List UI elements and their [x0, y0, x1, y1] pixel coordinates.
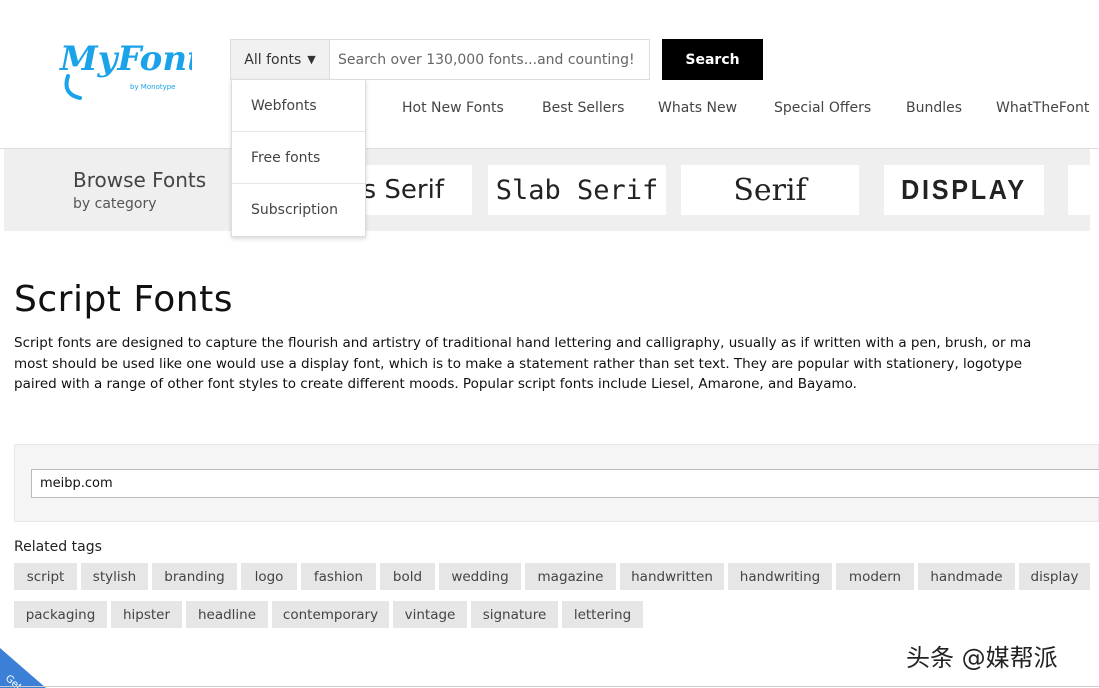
search-button[interactable]: Search — [662, 39, 763, 80]
tag-headline[interactable]: headline — [186, 601, 268, 628]
category-serif[interactable]: Serif — [681, 165, 859, 215]
page-title: Script Fonts — [14, 279, 233, 320]
nav-best-sellers[interactable]: Best Sellers — [542, 100, 624, 116]
nav-special-offers[interactable]: Special Offers — [774, 100, 871, 116]
page-bottom-divider — [0, 686, 1099, 687]
tag-handwritten[interactable]: handwritten — [620, 563, 724, 590]
tag-bold[interactable]: bold — [380, 563, 435, 590]
search-bar: All fonts ▼ — [230, 39, 650, 80]
browse-subtitle: by category — [73, 196, 157, 212]
nav-whats-new[interactable]: Whats New — [658, 100, 737, 116]
nav-bundles[interactable]: Bundles — [906, 100, 962, 116]
intro-line: Script fonts are designed to capture the… — [14, 335, 1032, 351]
search-scope-menu: Webfonts Free fonts Subscription — [231, 79, 366, 237]
category-next[interactable] — [1068, 165, 1090, 215]
chevron-down-icon: ▼ — [307, 53, 316, 66]
intro-line: paired with a range of other font styles… — [14, 376, 857, 392]
tag-hipster[interactable]: hipster — [111, 601, 182, 628]
tag-handwriting[interactable]: handwriting — [728, 563, 832, 590]
scope-subscription[interactable]: Subscription — [232, 184, 365, 236]
tag-contemporary[interactable]: contemporary — [272, 601, 389, 628]
myfonts-logo[interactable]: MyFonts by Monotype — [58, 36, 192, 100]
category-intro: Script fonts are designed to capture the… — [14, 333, 1099, 395]
tag-script[interactable]: script — [14, 563, 77, 590]
preview-text-box — [14, 444, 1099, 522]
scope-webfonts[interactable]: Webfonts — [232, 80, 365, 132]
search-scope-dropdown[interactable]: All fonts ▼ — [230, 39, 329, 80]
category-slab-serif[interactable]: Slab Serif — [488, 165, 666, 215]
tag-vintage[interactable]: vintage — [393, 601, 467, 628]
nav-whatthefont[interactable]: WhatTheFont — [996, 100, 1089, 116]
tag-wedding[interactable]: wedding — [439, 563, 521, 590]
logo-byline: by Monotype — [130, 83, 176, 91]
tag-display[interactable]: display — [1019, 563, 1090, 590]
watermark-text: 头条 @媒帮派 — [906, 644, 1058, 672]
tag-magazine[interactable]: magazine — [525, 563, 616, 590]
tag-lettering[interactable]: lettering — [562, 601, 643, 628]
browse-title: Browse Fonts — [73, 168, 207, 192]
corner-get-tab[interactable]: Get — [0, 648, 46, 688]
search-input[interactable] — [329, 39, 650, 80]
tag-packaging[interactable]: packaging — [14, 601, 107, 628]
intro-line: most should be used like one would use a… — [14, 355, 1023, 372]
tag-fashion[interactable]: fashion — [301, 563, 376, 590]
scope-free-fonts[interactable]: Free fonts — [232, 132, 365, 184]
myfonts-logo-mark: MyFonts by Monotype — [59, 39, 192, 100]
browse-fonts-band: Browse Fonts by category s Serif Slab Se… — [4, 149, 1090, 231]
tag-signature[interactable]: signature — [471, 601, 558, 628]
related-tags-label: Related tags — [14, 539, 102, 555]
category-display[interactable]: DISPLAY — [883, 165, 1045, 215]
corner-tab-shape: Get — [0, 648, 46, 688]
tag-handmade[interactable]: handmade — [918, 563, 1015, 590]
logo-wordmark: MyFonts — [59, 39, 192, 79]
tag-modern[interactable]: modern — [836, 563, 914, 590]
tag-logo[interactable]: logo — [241, 563, 297, 590]
preview-text-input[interactable] — [31, 469, 1099, 498]
nav-hot-new-fonts[interactable]: Hot New Fonts — [402, 100, 504, 116]
tag-stylish[interactable]: stylish — [81, 563, 148, 590]
search-scope-label: All fonts — [244, 51, 302, 68]
tag-branding[interactable]: branding — [152, 563, 237, 590]
